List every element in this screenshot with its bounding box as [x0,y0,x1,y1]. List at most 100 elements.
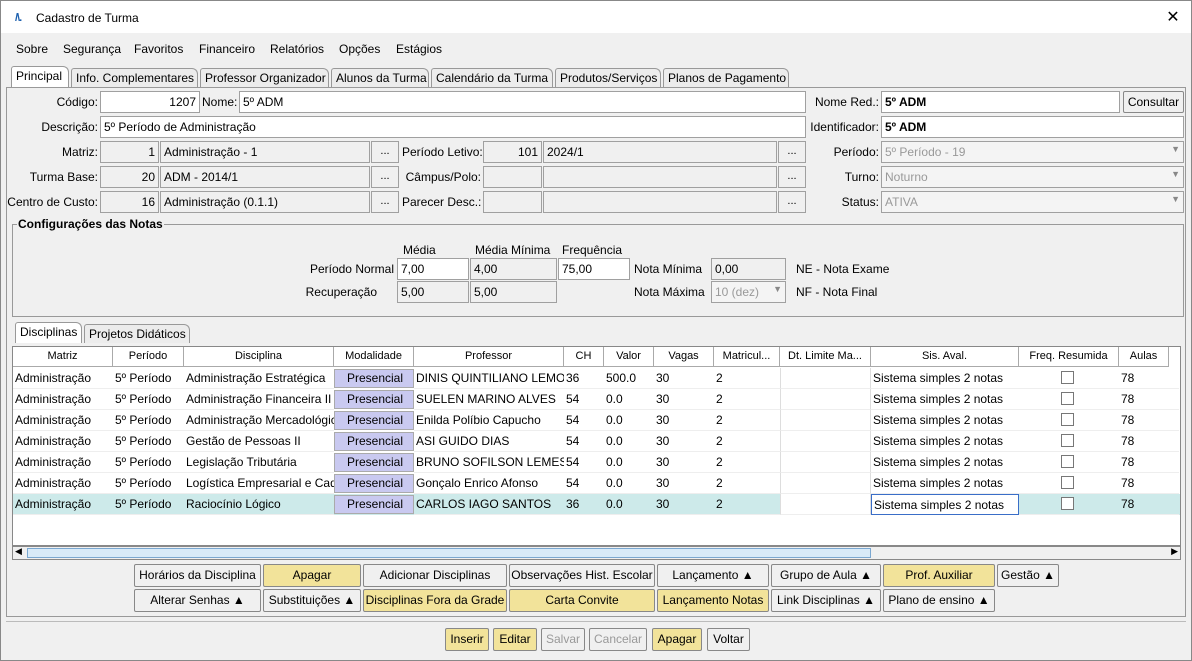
cell-vagas[interactable]: 30 [654,368,714,389]
pn-media-field[interactable]: 7,00 [397,258,469,280]
cell-ch[interactable]: 36 [564,368,604,389]
freq-resumida-checkbox[interactable] [1061,413,1074,426]
cell-aulas[interactable]: 78 [1119,389,1179,410]
freq-resumida-checkbox[interactable] [1061,434,1074,447]
cell-valor[interactable]: 0.0 [604,410,654,431]
cell-matriz[interactable]: Administração [13,452,113,473]
cell-modalidade[interactable]: Presencial [334,474,414,493]
cell-dt-limite[interactable] [780,431,871,452]
cell-matricul[interactable]: 2 [714,452,780,473]
table-row[interactable]: Administração 5º Período Administração Fin… [13,389,1180,410]
matriz-field[interactable]: Administração - 1 [160,141,370,163]
cell-dt-limite[interactable] [780,389,871,410]
cell-ch[interactable]: 54 [564,473,604,494]
cell-sis-aval[interactable]: Sistema simples 2 notas [871,410,1019,431]
cell-periodo[interactable]: 5º Período [113,431,184,452]
nota-maxima-select[interactable]: 10 (dez) ▼ [711,281,786,303]
cell-freq-resumida[interactable] [1019,389,1119,410]
cell-aulas[interactable]: 78 [1119,452,1179,473]
menu-relatorios[interactable]: Relatórios [270,42,324,56]
salvar-button[interactable]: Salvar [541,628,585,651]
descricao-field[interactable]: 5º Período de Administração [100,116,806,138]
carta-convite-button[interactable]: Carta Convite [509,589,655,612]
cell-matriz[interactable]: Administração [13,410,113,431]
link-disciplinas-menu-button[interactable]: Link Disciplinas ▲ [771,589,881,612]
cell-modalidade[interactable]: Presencial [334,390,414,409]
cell-modalidade[interactable]: Presencial [334,495,414,514]
turno-select[interactable]: Noturno ▼ [881,166,1184,188]
cell-matriz[interactable]: Administração [13,368,113,389]
nome-field[interactable]: 5º ADM [239,91,806,113]
cell-aulas[interactable]: 78 [1119,368,1179,389]
tab-calendario-da-turma[interactable]: Calendário da Turma [431,68,553,87]
col-header-sis-aval[interactable]: Sis. Aval. [871,347,1019,367]
col-header-valor[interactable]: Valor [604,347,654,367]
matriz-lookup-button[interactable]: ... [371,141,399,163]
cell-disciplina[interactable]: Raciocínio Lógico [184,494,334,515]
cell-valor[interactable]: 0.0 [604,452,654,473]
cell-valor[interactable]: 0.0 [604,473,654,494]
cell-disciplina[interactable]: Administração Mercadológica [184,410,334,431]
centro-custo-lookup-button[interactable]: ... [371,191,399,213]
col-header-matricul[interactable]: Matricul... [714,347,780,367]
tab-planos-de-pagamento[interactable]: Planos de Pagamento [663,68,789,87]
codigo-field[interactable]: 1207 [100,91,200,113]
cell-ch[interactable]: 54 [564,410,604,431]
cell-aulas[interactable]: 78 [1119,473,1179,494]
turma-base-id-field[interactable]: 20 [100,166,159,188]
tab-info-complementares[interactable]: Info. Complementares [71,68,198,87]
cell-professor[interactable]: SUELEN MARINO ALVES [414,389,564,410]
freq-resumida-checkbox[interactable] [1061,455,1074,468]
consultar-button[interactable]: Consultar [1123,91,1184,113]
cell-disciplina[interactable]: Logística Empresarial e Cadeia [184,473,334,494]
cell-periodo[interactable]: 5º Período [113,452,184,473]
cell-freq-resumida[interactable] [1019,452,1119,473]
pn-frequencia-field[interactable]: 75,00 [558,258,630,280]
cell-matriz[interactable]: Administração [13,494,113,515]
freq-resumida-checkbox[interactable] [1061,476,1074,489]
menu-financeiro[interactable]: Financeiro [199,42,255,56]
scrollbar-thumb[interactable] [27,548,871,558]
cell-matricul[interactable]: 2 [714,368,780,389]
cell-freq-resumida[interactable] [1019,431,1119,452]
turma-base-lookup-button[interactable]: ... [371,166,399,188]
cell-matriz[interactable]: Administração [13,431,113,452]
cell-periodo[interactable]: 5º Período [113,368,184,389]
cell-vagas[interactable]: 30 [654,473,714,494]
scroll-left-icon[interactable]: ◀ [15,546,22,557]
rec-media-field[interactable]: 5,00 [397,281,469,303]
col-header-ch[interactable]: CH [564,347,604,367]
table-row[interactable]: Administração 5º Período Logística Empresa… [13,473,1180,494]
table-row[interactable]: Administração 5º Período Raciocínio Lógico… [13,494,1180,515]
cell-vagas[interactable]: 30 [654,452,714,473]
col-header-aulas[interactable]: Aulas [1119,347,1169,367]
horizontal-scrollbar[interactable]: ◀ ▶ [12,546,1181,560]
cell-periodo[interactable]: 5º Período [113,473,184,494]
periodo-letivo-field[interactable]: 2024/1 [543,141,777,163]
cell-periodo[interactable]: 5º Período [113,494,184,515]
adicionar-disciplinas-button[interactable]: Adicionar Disciplinas [363,564,507,587]
voltar-button[interactable]: Voltar [707,628,750,651]
lancamento-notas-button[interactable]: Lançamento Notas [657,589,769,612]
cell-modalidade[interactable]: Presencial [334,432,414,451]
cell-modalidade[interactable]: Presencial [334,411,414,430]
table-row[interactable]: Administração 5º Período Administração Mer… [13,410,1180,431]
cell-sis-aval[interactable]: Sistema simples 2 notas [871,494,1019,515]
cell-professor[interactable]: Gonçalo Enrico Afonso [414,473,564,494]
cell-professor[interactable]: CARLOS IAGO SANTOS [414,494,564,515]
cell-sis-aval[interactable]: Sistema simples 2 notas [871,389,1019,410]
tab-alunos-da-turma[interactable]: Alunos da Turma [331,68,429,87]
tab-principal[interactable]: Principal [11,66,69,87]
cell-matricul[interactable]: 2 [714,473,780,494]
apagar-disciplina-button[interactable]: Apagar [263,564,361,587]
cell-disciplina[interactable]: Legislação Tributária [184,452,334,473]
col-header-vagas[interactable]: Vagas [654,347,714,367]
cell-professor[interactable]: BRUNO SOFILSON LEMES [414,452,564,473]
cell-freq-resumida[interactable] [1019,368,1119,389]
periodo-letivo-id-field[interactable]: 101 [483,141,542,163]
status-select[interactable]: ATIVA ▼ [881,191,1184,213]
cell-aulas[interactable]: 78 [1119,494,1179,515]
cell-aulas[interactable]: 78 [1119,410,1179,431]
pn-media-minima-field[interactable]: 4,00 [470,258,557,280]
cell-disciplina[interactable]: Administração Estratégica [184,368,334,389]
